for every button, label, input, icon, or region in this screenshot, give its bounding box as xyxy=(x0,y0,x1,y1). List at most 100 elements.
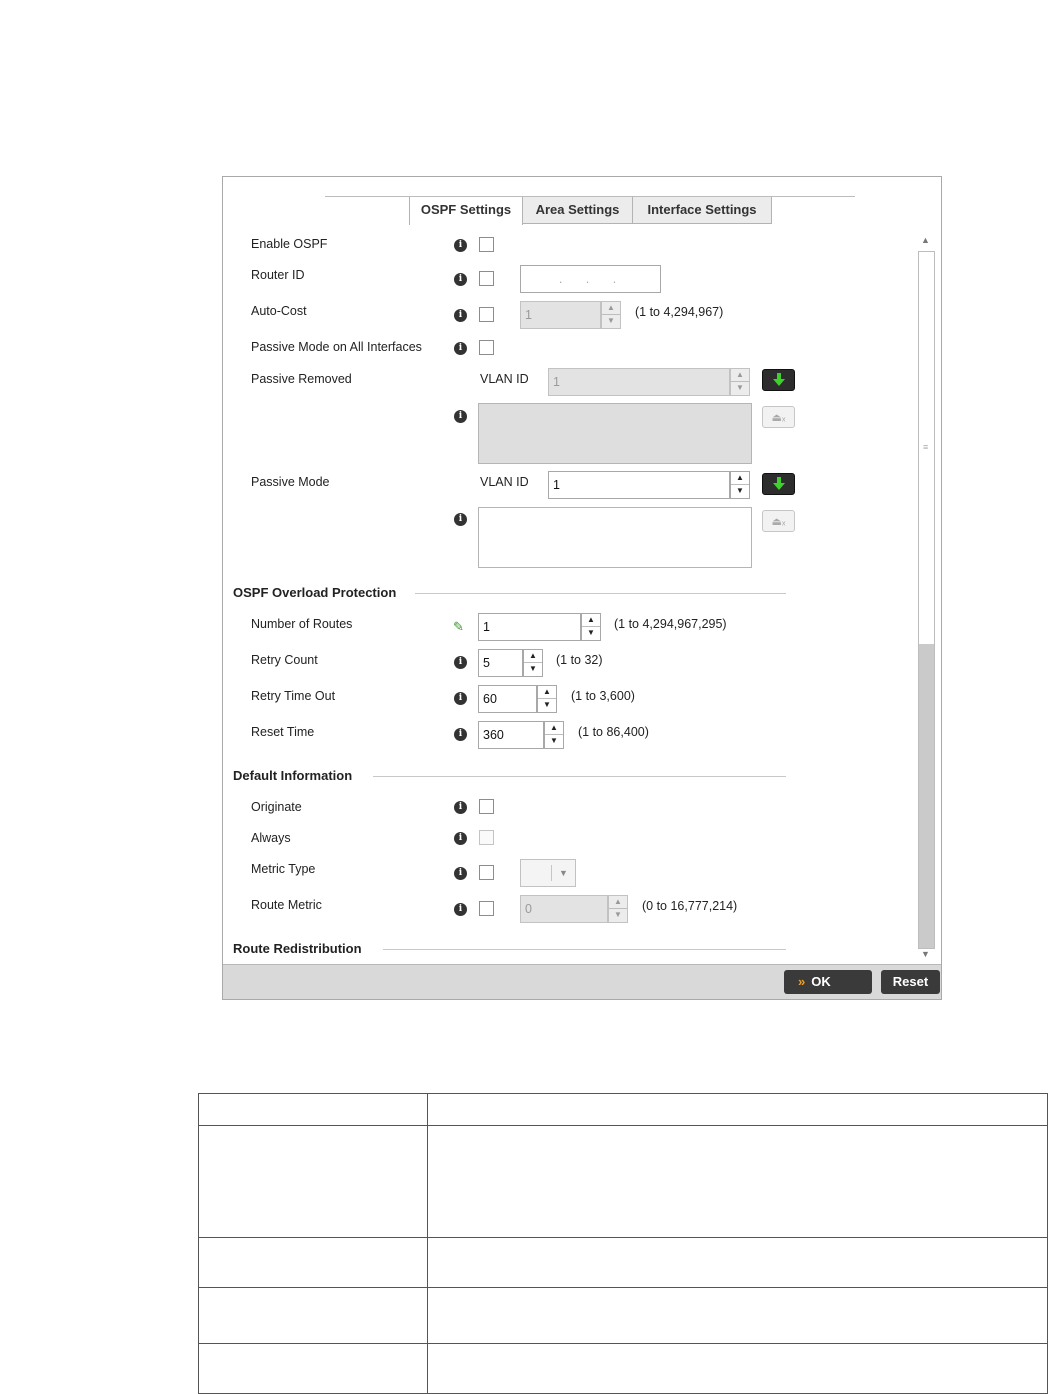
section-divider xyxy=(383,949,786,950)
pencil-icon: ✎ xyxy=(453,619,464,634)
num-routes-label: Number of Routes xyxy=(251,617,353,631)
passive-mode-label: Passive Mode xyxy=(251,475,330,489)
retry-timeout-range: (1 to 3,600) xyxy=(571,689,635,703)
info-icon[interactable]: i xyxy=(454,309,467,322)
route-metric-stepper[interactable]: ▲ ▼ xyxy=(608,895,628,923)
table-cell xyxy=(427,1343,1048,1394)
auto-cost-stepper[interactable]: ▲ ▼ xyxy=(601,301,621,329)
router-id-checkbox[interactable] xyxy=(479,271,494,286)
table-cell xyxy=(427,1125,1048,1238)
overload-section-title: OSPF Overload Protection xyxy=(233,585,397,600)
tab-interface-settings[interactable]: Interface Settings xyxy=(632,197,772,224)
info-icon[interactable]: i xyxy=(454,903,467,916)
retry-count-input[interactable]: 5 xyxy=(478,649,523,677)
info-icon[interactable]: i xyxy=(454,867,467,880)
reset-button[interactable]: Reset xyxy=(881,970,940,994)
passive-mode-vlan-input[interactable]: 1 xyxy=(548,471,730,499)
info-icon[interactable]: i xyxy=(454,513,467,526)
info-icon[interactable]: i xyxy=(454,692,467,705)
info-icon[interactable]: i xyxy=(454,728,467,741)
passive-removed-vlan-label: VLAN ID xyxy=(480,372,529,386)
passive-mode-remove-button[interactable]: ⏏ₓ xyxy=(762,510,795,532)
always-checkbox[interactable] xyxy=(479,830,494,845)
scrollbar-thumb[interactable] xyxy=(919,644,934,948)
passive-mode-list[interactable] xyxy=(478,507,752,568)
info-icon[interactable]: i xyxy=(454,273,467,286)
retry-count-stepper[interactable]: ▲ ▼ xyxy=(523,649,543,677)
metric-type-select[interactable]: ▼ xyxy=(520,859,576,887)
ok-label: OK xyxy=(811,974,831,989)
retry-timeout-input[interactable]: 60 xyxy=(478,685,537,713)
tab-ospf-settings[interactable]: OSPF Settings xyxy=(409,197,523,225)
double-chevron-icon: » xyxy=(798,974,806,989)
enable-ospf-checkbox[interactable] xyxy=(479,237,494,252)
num-routes-stepper[interactable]: ▲ ▼ xyxy=(581,613,601,641)
table-cell xyxy=(427,1237,1048,1288)
auto-cost-checkbox[interactable] xyxy=(479,307,494,322)
add-arrow-icon xyxy=(772,476,785,490)
originate-checkbox[interactable] xyxy=(479,799,494,814)
ok-button[interactable]: » OK xyxy=(784,970,872,994)
table-cell xyxy=(198,1343,428,1394)
passive-mode-vlan-label: VLAN ID xyxy=(480,475,529,489)
scroll-grip-icon: ≡ xyxy=(923,442,929,452)
reset-time-label: Reset Time xyxy=(251,725,315,739)
passive-all-checkbox[interactable] xyxy=(479,340,494,355)
reset-time-range: (1 to 86,400) xyxy=(578,725,649,739)
table-cell xyxy=(427,1287,1048,1344)
scroll-up-arrow[interactable]: ▲ xyxy=(921,235,930,245)
reset-time-input[interactable]: 360 xyxy=(478,721,544,749)
num-routes-range: (1 to 4,294,967,295) xyxy=(614,617,727,631)
retry-count-range: (1 to 32) xyxy=(556,653,603,667)
remove-icon: ⏏ₓ xyxy=(771,515,786,528)
remove-icon: ⏏ₓ xyxy=(771,411,786,424)
table-cell xyxy=(198,1125,428,1238)
scrollbar[interactable]: ≡ xyxy=(918,251,935,949)
info-icon[interactable]: i xyxy=(454,801,467,814)
table-row xyxy=(198,1125,1048,1238)
section-divider xyxy=(373,776,786,777)
metric-type-label: Metric Type xyxy=(251,862,316,876)
passive-mode-add-button[interactable] xyxy=(762,473,795,495)
info-icon[interactable]: i xyxy=(454,410,467,423)
auto-cost-input[interactable]: 1 xyxy=(520,301,601,329)
table-cell xyxy=(198,1093,428,1126)
tab-area-settings[interactable]: Area Settings xyxy=(522,197,633,224)
table-cell xyxy=(427,1093,1048,1126)
always-label: Always xyxy=(251,831,291,845)
auto-cost-range: (1 to 4,294,967) xyxy=(635,305,724,319)
retry-timeout-label: Retry Time Out xyxy=(251,689,336,703)
table-cell xyxy=(198,1237,428,1288)
add-arrow-icon xyxy=(772,372,785,386)
info-icon[interactable]: i xyxy=(454,656,467,669)
info-icon[interactable]: i xyxy=(454,239,467,252)
passive-mode-vlan-stepper[interactable]: ▲ ▼ xyxy=(730,471,750,499)
passive-removed-vlan-input[interactable]: 1 xyxy=(548,368,730,396)
retry-timeout-stepper[interactable]: ▲ ▼ xyxy=(537,685,557,713)
passive-removed-remove-button[interactable]: ⏏ₓ xyxy=(762,406,795,428)
route-metric-checkbox[interactable] xyxy=(479,901,494,916)
ospf-settings-panel: OSPF Settings Area Settings Interface Se… xyxy=(222,176,942,1000)
panel-footer: » OK Reset xyxy=(223,964,941,999)
chevron-down-icon: ▼ xyxy=(559,868,568,878)
route-metric-input[interactable]: 0 xyxy=(520,895,608,923)
passive-removed-list[interactable] xyxy=(478,403,752,464)
route-redistribution-section-title: Route Redistribution xyxy=(233,941,362,956)
table-row xyxy=(198,1093,1048,1126)
section-divider xyxy=(415,593,786,594)
num-routes-input[interactable]: 1 xyxy=(478,613,581,641)
passive-removed-label: Passive Removed xyxy=(251,372,352,386)
router-id-input[interactable]: . . . xyxy=(520,265,661,293)
info-icon[interactable]: i xyxy=(454,832,467,845)
metric-type-checkbox[interactable] xyxy=(479,865,494,880)
passive-removed-add-button[interactable] xyxy=(762,369,795,391)
route-metric-range: (0 to 16,777,214) xyxy=(642,899,738,913)
default-info-section-title: Default Information xyxy=(233,768,353,783)
scroll-down-arrow[interactable]: ▼ xyxy=(921,949,930,959)
description-table xyxy=(198,1093,1048,1394)
passive-all-label: Passive Mode on All Interfaces xyxy=(251,340,422,354)
info-icon[interactable]: i xyxy=(454,342,467,355)
reset-time-stepper[interactable]: ▲ ▼ xyxy=(544,721,564,749)
passive-removed-vlan-stepper[interactable]: ▲ ▼ xyxy=(730,368,750,396)
route-metric-label: Route Metric xyxy=(251,898,322,912)
